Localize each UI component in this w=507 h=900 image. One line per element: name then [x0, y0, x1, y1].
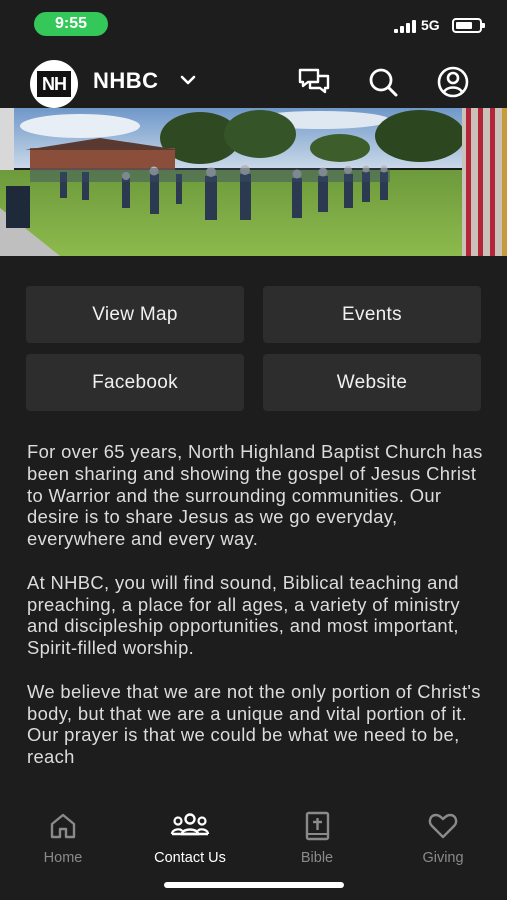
battery-icon — [452, 18, 485, 33]
church-description: For over 65 years, North Highland Baptis… — [27, 441, 487, 801]
church-logo[interactable]: NH — [30, 60, 78, 108]
home-indicator — [164, 882, 344, 888]
heart-icon — [428, 813, 458, 839]
bible-icon — [305, 811, 330, 841]
signal-icon — [394, 19, 416, 33]
home-icon — [50, 813, 76, 839]
profile-icon[interactable] — [435, 64, 471, 100]
tab-contact-us-label: Contact Us — [154, 850, 226, 866]
tab-contact-us[interactable]: Contact Us — [140, 810, 240, 870]
tab-home[interactable]: Home — [13, 810, 113, 870]
description-paragraph: We believe that we are not the only port… — [27, 680, 481, 768]
tab-home-label: Home — [43, 850, 83, 866]
hero-photo — [0, 108, 507, 256]
description-paragraph: At NHBC, you will find sound, Biblical t… — [27, 571, 460, 659]
events-button[interactable]: Events — [263, 286, 481, 343]
view-map-button[interactable]: View Map — [26, 286, 244, 343]
chevron-down-icon[interactable] — [178, 70, 198, 90]
tab-bible-label: Bible — [300, 850, 334, 866]
tab-bible[interactable]: Bible — [267, 810, 367, 870]
search-icon[interactable] — [365, 64, 401, 100]
status-bar: 9:55 5G — [0, 0, 507, 48]
website-button[interactable]: Website — [263, 354, 481, 411]
tab-giving-label: Giving — [422, 850, 464, 866]
description-paragraph: For over 65 years, North Highland Baptis… — [27, 441, 483, 550]
status-time: 9:55 — [34, 12, 108, 36]
tab-giving[interactable]: Giving — [393, 810, 493, 870]
people-icon — [170, 813, 210, 836]
org-name[interactable]: NHBC — [93, 68, 159, 94]
network-label: 5G — [421, 17, 440, 33]
logo-text: NH — [37, 71, 71, 97]
app-header: NH NHBC — [0, 54, 507, 108]
facebook-button[interactable]: Facebook — [26, 354, 244, 411]
chat-icon[interactable] — [296, 64, 332, 100]
